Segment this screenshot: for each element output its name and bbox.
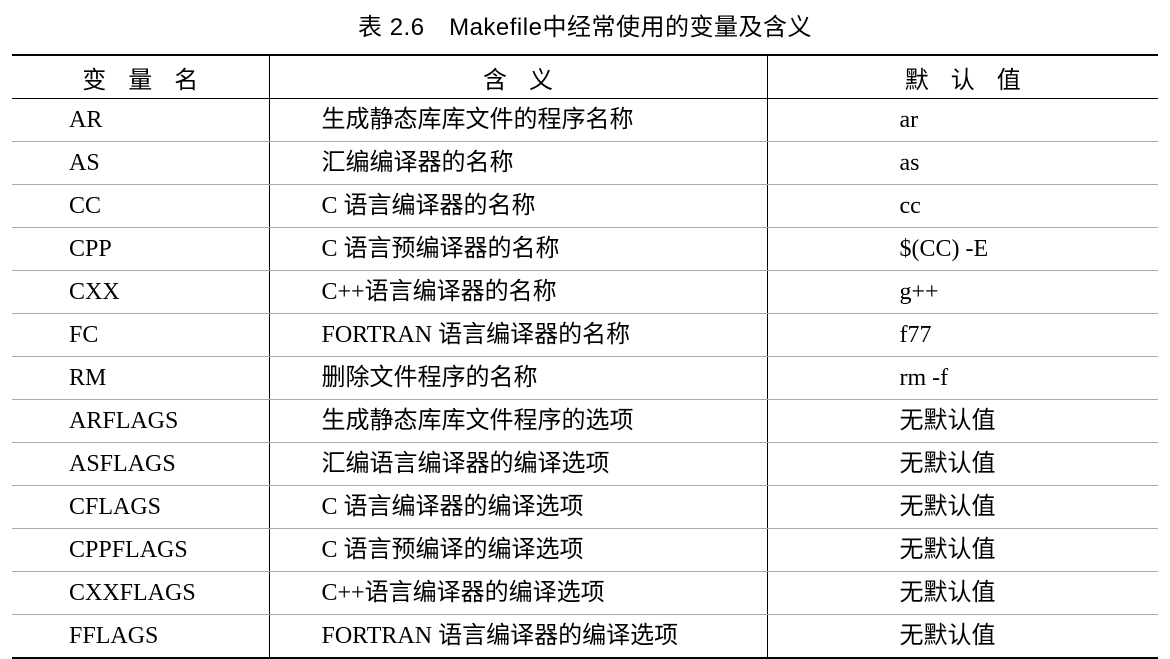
table-header: 变量名 含义 默认值 (12, 55, 1158, 99)
cell-variable: RM (12, 356, 269, 400)
cell-variable: CFLAGS (12, 485, 269, 529)
cell-meaning: C 语言编译器的名称 (268, 184, 767, 228)
cell-variable: CXXFLAGS (12, 571, 269, 615)
table-row: AS 汇编编译器的名称 as (12, 141, 1158, 185)
header-default: 默认值 (766, 55, 1158, 99)
cell-variable: CC (12, 184, 269, 228)
cell-meaning: C 语言预编译的编译选项 (268, 528, 767, 572)
cell-default: rm -f (766, 356, 1158, 400)
cell-meaning: FORTRAN 语言编译器的编译选项 (268, 614, 767, 658)
header-row: 变量名 含义 默认值 (12, 55, 1158, 99)
cell-default: f77 (766, 313, 1158, 357)
table-caption: 表 2.6 Makefile中经常使用的变量及含义 (358, 14, 812, 41)
table-row: AR 生成静态库库文件的程序名称 ar (12, 98, 1158, 142)
cell-meaning: FORTRAN 语言编译器的名称 (268, 313, 767, 357)
cell-default: 无默认值 (766, 399, 1158, 443)
table-row: CC C 语言编译器的名称 cc (12, 184, 1158, 228)
cell-default: 无默认值 (766, 442, 1158, 486)
cell-meaning: 生成静态库库文件的程序名称 (268, 98, 767, 142)
cell-meaning: C++语言编译器的编译选项 (268, 571, 767, 615)
header-variable: 变量名 (12, 55, 269, 99)
table-row: CFLAGS C 语言编译器的编译选项 无默认值 (12, 485, 1158, 529)
cell-variable: CPP (12, 227, 269, 271)
cell-variable: FC (12, 313, 269, 357)
cell-variable: FFLAGS (69, 623, 159, 649)
cell-variable: AS (12, 141, 269, 185)
cell-default: ar (766, 98, 1158, 142)
cell-variable: CPPFLAGS (12, 528, 269, 572)
table-row: ARFLAGS 生成静态库库文件程序的选项 无默认值 (12, 399, 1158, 443)
table-row: FFLAGS FORTRAN 语言编译器的编译选项 无默认值 (12, 614, 1158, 658)
table-body: AR 生成静态库库文件的程序名称 ar AS 汇编编译器的名称 as CC C … (12, 98, 1158, 658)
cell-meaning: 生成静态库库文件程序的选项 (268, 399, 767, 443)
cell-default: cc (766, 184, 1158, 228)
cell-variable: AR (12, 98, 269, 142)
cell-meaning: C 语言编译器的编译选项 (268, 485, 767, 529)
cell-meaning: 删除文件程序的名称 (268, 356, 767, 400)
table-row: CPPFLAGS C 语言预编译的编译选项 无默认值 (12, 528, 1158, 572)
cell-meaning: C++语言编译器的名称 (268, 270, 767, 314)
cell-default: 无默认值 (766, 614, 1158, 658)
cell-variable: CXX (12, 270, 269, 314)
cell-meaning: 汇编编译器的名称 (268, 141, 767, 185)
cell-default: 无默认值 (766, 528, 1158, 572)
cell-meaning: 汇编语言编译器的编译选项 (268, 442, 767, 486)
cell-default: 无默认值 (766, 571, 1158, 615)
cell-default: as (766, 141, 1158, 185)
table-row: ASFLAGS 汇编语言编译器的编译选项 无默认值 (12, 442, 1158, 486)
makefile-variables-table: 变量名 含义 默认值 AR 生成静态库库文件的程序名称 ar AS 汇编编译器的… (12, 54, 1158, 659)
cell-default: $(CC) -E (766, 227, 1158, 271)
cell-default: 无默认值 (766, 485, 1158, 529)
cell-default: g++ (766, 270, 1158, 314)
cell-meaning: C 语言预编译器的名称 (268, 227, 767, 271)
table-row: RM 删除文件程序的名称 rm -f (12, 356, 1158, 400)
cell-variable: ASFLAGS (12, 442, 269, 486)
table-row: CXXFLAGS C++语言编译器的编译选项 无默认值 (12, 571, 1158, 615)
header-meaning: 含义 (268, 55, 767, 99)
table-row: FC FORTRAN 语言编译器的名称 f77 (12, 313, 1158, 357)
table-row: CXX C++语言编译器的名称 g++ (12, 270, 1158, 314)
table-row: CPP C 语言预编译器的名称 $(CC) -E (12, 227, 1158, 271)
cell-variable: ARFLAGS (12, 399, 269, 443)
